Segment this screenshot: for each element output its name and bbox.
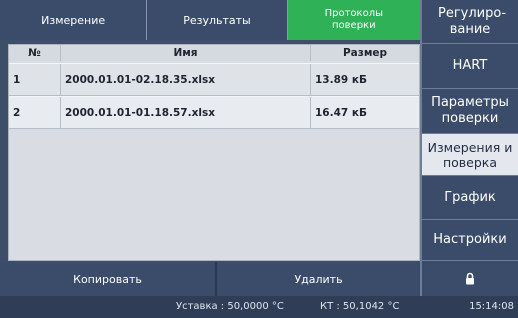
column-header-number: № xyxy=(9,45,61,61)
lock-icon xyxy=(466,272,474,285)
row-size: 16.47 кБ xyxy=(315,106,367,119)
tab-verification-protocols[interactable]: Протоколы поверки xyxy=(287,0,420,40)
sidebar-item-regulation[interactable]: Регулиро-вание xyxy=(422,0,518,43)
column-header-name: Имя xyxy=(61,45,311,61)
sidebar-item-hart[interactable]: HART xyxy=(422,43,518,88)
row-filename: 2000.01.01-02.18.35.xlsx xyxy=(61,64,311,95)
copy-button[interactable]: Копировать xyxy=(0,262,217,296)
tab-results[interactable]: Результаты xyxy=(147,0,288,40)
status-bar: Уставка : 50,0000 °C КТ : 50,1042 °C 15:… xyxy=(0,296,518,318)
tab-verification-protocols-label: Протоколы поверки xyxy=(324,8,383,31)
setpoint-readout: Уставка : 50,0000 °C xyxy=(176,301,284,312)
action-bar: Копировать Удалить xyxy=(0,262,420,296)
tab-measurement[interactable]: Измерение xyxy=(0,0,148,40)
lock-button[interactable] xyxy=(422,259,518,296)
row-number: 2 xyxy=(9,97,61,128)
sidebar-item-verification-params[interactable]: Параметры поверки xyxy=(422,88,518,133)
sidebar-item-label: Регулиро-вание xyxy=(438,5,507,37)
kt-readout: КТ : 50,1042 °C xyxy=(320,301,400,312)
protocol-table: № Имя Размер 1 2000.01.01-02.18.35.xlsx … xyxy=(8,44,420,261)
tab-bar: Измерение Результаты Протоколы поверки xyxy=(0,0,420,40)
sidebar-item-measurement-verification[interactable]: Измерения и поверка xyxy=(422,133,518,176)
table-header: № Имя Размер xyxy=(9,45,419,61)
sidebar: Регулиро-вание HART Параметры поверки Из… xyxy=(420,0,518,296)
column-header-size: Размер xyxy=(342,47,388,59)
clock: 15:14:08 xyxy=(469,301,514,312)
sidebar-item-settings[interactable]: Настройки xyxy=(422,218,518,260)
row-size: 13.89 кБ xyxy=(315,73,367,86)
table-row[interactable]: 1 2000.01.01-02.18.35.xlsx 13.89 кБ xyxy=(9,63,419,96)
row-number: 1 xyxy=(9,64,61,95)
sidebar-item-graph[interactable]: График xyxy=(422,175,518,218)
row-filename: 2000.01.01-01.18.57.xlsx xyxy=(61,97,311,128)
delete-button[interactable]: Удалить xyxy=(217,262,420,296)
table-row[interactable]: 2 2000.01.01-01.18.57.xlsx 16.47 кБ xyxy=(9,96,419,129)
